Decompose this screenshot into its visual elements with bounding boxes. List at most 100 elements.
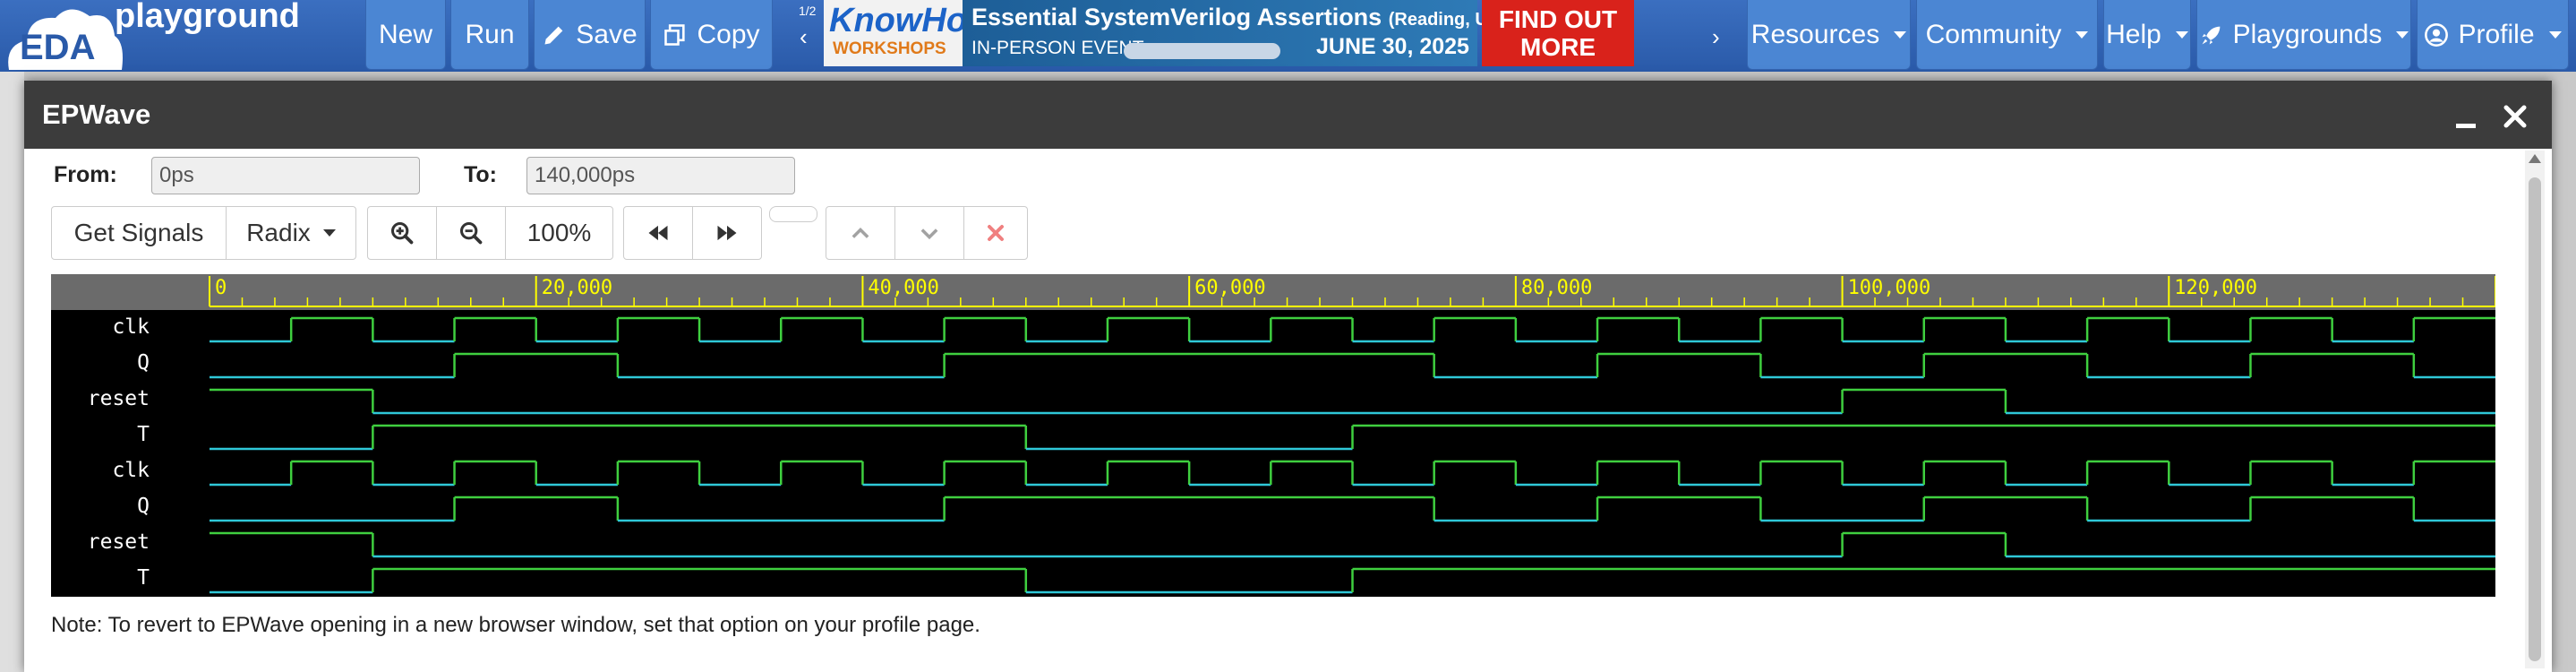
caret-down-icon: [2396, 30, 2409, 39]
modal-header: EPWave: [24, 81, 2552, 149]
chevron-down-icon: [920, 228, 938, 240]
ad-find-out-more-button[interactable]: FIND OUT MORE: [1482, 0, 1634, 66]
save-button[interactable]: Save: [534, 0, 646, 70]
ruler-label: 20,000: [542, 277, 612, 299]
zoom-out-icon: [459, 221, 483, 245]
top-navbar: EDA playground New Run Save Copy 1/2 ‹ K…: [0, 0, 2576, 72]
ad-content: Essential SystemVerilog Assertions (Read…: [963, 0, 1507, 66]
new-button[interactable]: New: [365, 0, 446, 70]
caret-down-icon: [2075, 30, 2089, 39]
signal-name[interactable]: clk: [112, 315, 150, 339]
close-x-icon: [988, 225, 1004, 241]
caret-down-icon: [322, 229, 336, 237]
chevron-up-icon: [852, 228, 869, 238]
signal-name[interactable]: Q: [137, 351, 150, 375]
caret-down-icon: [2548, 30, 2562, 39]
ad-counter: 1/2: [799, 4, 817, 18]
zoom-level-button[interactable]: 100%: [505, 206, 613, 260]
to-input[interactable]: [526, 157, 795, 194]
community-menu-label: Community: [1925, 19, 2062, 49]
rocket-icon: [2202, 26, 2220, 44]
zoom-out-button[interactable]: [436, 206, 506, 260]
ruler-label: 60,000: [1194, 277, 1265, 299]
community-menu[interactable]: Community: [1916, 0, 2098, 70]
signal-name-list: clk Qreset Tclk Qreset T: [88, 315, 150, 590]
rewind-icon: [648, 225, 668, 241]
waveform-viewer[interactable]: 0 20,000 40,000 60,000 80,000 100,000 120,000 …: [51, 274, 2496, 597]
ruler-corner: [51, 274, 210, 310]
clear-search-button[interactable]: [963, 206, 1028, 260]
ruler-label: 120,000: [2174, 277, 2257, 299]
signal-name[interactable]: Q: [137, 495, 150, 518]
save-button-label: Save: [576, 19, 638, 49]
user-circle-icon: [2425, 22, 2449, 47]
caret-down-icon: [2175, 30, 2188, 39]
epwave-modal: EPWave From: To: Get Signals Radix 100%: [24, 81, 2552, 672]
zoom-in-icon: [390, 221, 414, 245]
modal-scrollbar[interactable]: [2525, 151, 2545, 668]
from-label: From:: [54, 162, 117, 187]
radix-label: Radix: [246, 219, 311, 246]
signal-name[interactable]: clk: [112, 459, 150, 482]
ad-banner[interactable]: KnowHow WORKSHOPS Essential SystemVerilo…: [824, 0, 1706, 66]
ad-slider-indicator: [1124, 43, 1280, 59]
minimize-icon[interactable]: [2451, 97, 2481, 133]
pencil-icon: [544, 26, 563, 44]
radix-dropdown[interactable]: Radix: [226, 206, 356, 260]
copy-icon: [664, 23, 686, 46]
zoom-level-label: 100%: [526, 219, 592, 246]
prev-transition-button[interactable]: [826, 206, 895, 260]
profile-note: Note: To revert to EPWave opening in a n…: [51, 613, 980, 637]
ad-prev-button[interactable]: 1/2 ‹: [779, 0, 824, 70]
logo-eda-text: EDA: [20, 28, 95, 67]
signal-name[interactable]: reset: [88, 387, 150, 410]
to-label: To:: [464, 162, 498, 187]
fast-forward-button[interactable]: [692, 206, 762, 260]
close-icon[interactable]: [2499, 97, 2531, 133]
help-menu-label: Help: [2106, 19, 2161, 49]
signal-name[interactable]: T: [137, 423, 150, 446]
chevron-right-icon[interactable]: ›: [1712, 23, 1720, 51]
run-button-label: Run: [465, 19, 515, 49]
signal-name[interactable]: T: [137, 566, 150, 590]
next-transition-button[interactable]: [894, 206, 964, 260]
ad-brand-workshops: WORKSHOPS: [833, 39, 946, 58]
profile-menu[interactable]: Profile: [2417, 0, 2569, 70]
caret-down-icon: [1894, 30, 1907, 39]
search-signal-box[interactable]: [769, 206, 817, 222]
run-button[interactable]: Run: [450, 0, 529, 70]
ruler-label: 0: [215, 277, 227, 299]
from-input[interactable]: [151, 157, 420, 194]
ruler-label: 100,000: [1848, 277, 1931, 299]
logo-brand-text: playground: [115, 0, 300, 35]
rewind-button[interactable]: [623, 206, 693, 260]
chevron-left-icon: ‹: [800, 23, 808, 50]
playgrounds-menu-label: Playgrounds: [2232, 19, 2383, 49]
new-button-label: New: [378, 19, 432, 49]
get-signals-label: Get Signals: [73, 219, 204, 246]
scroll-up-icon[interactable]: [2529, 154, 2541, 163]
eda-playground-logo[interactable]: EDA playground: [0, 0, 358, 72]
ad-brand: KnowHow WORKSHOPS: [824, 0, 994, 66]
signal-traces: [210, 316, 2495, 594]
waveform-canvas[interactable]: 0 20,000 40,000 60,000 80,000 100,000 120,000 …: [51, 274, 2496, 597]
background-editor-strip: [0, 72, 24, 672]
resources-menu-label: Resources: [1750, 19, 1880, 49]
playgrounds-menu[interactable]: Playgrounds: [2196, 0, 2411, 70]
ruler-label: 40,000: [868, 277, 938, 299]
get-signals-button[interactable]: Get Signals: [51, 206, 227, 260]
copy-button-label: Copy: [697, 19, 760, 49]
ad-event-type: IN-PERSON EVENT: [971, 38, 1144, 58]
signal-name[interactable]: reset: [88, 530, 150, 554]
ad-date: JUNE 30, 2025: [1316, 34, 1469, 59]
resources-menu[interactable]: Resources: [1747, 0, 1911, 70]
profile-menu-label: Profile: [2458, 19, 2535, 49]
ruler-label: 80,000: [1521, 277, 1592, 299]
copy-button[interactable]: Copy: [650, 0, 773, 70]
modal-body: From: To: Get Signals Radix 100%: [24, 149, 2552, 672]
fast-forward-icon: [717, 225, 737, 241]
scroll-thumb[interactable]: [2529, 177, 2541, 661]
modal-title: EPWave: [42, 99, 151, 130]
help-menu[interactable]: Help: [2103, 0, 2191, 70]
zoom-in-button[interactable]: [367, 206, 437, 260]
